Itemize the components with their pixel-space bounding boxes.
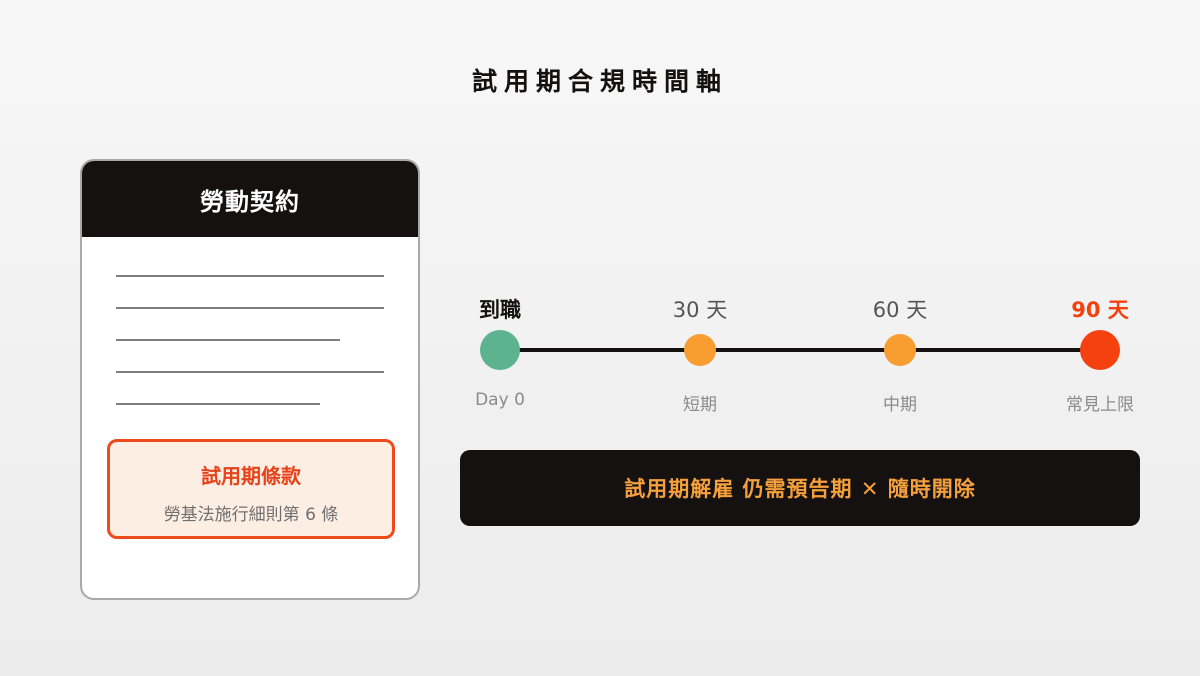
timeline-dot-30: [684, 334, 716, 366]
timeline-sublabel-90: 常見上限: [1066, 395, 1134, 415]
contract-card: 勞動契約 試用期條款 勞基法施行細則第 6 條: [80, 159, 420, 600]
page-title: 試用期合規時間軸: [471, 67, 728, 96]
timeline-label-day0: 到職: [479, 298, 521, 322]
text-line: [116, 275, 384, 277]
timeline-label-90: 90 天: [1071, 298, 1129, 322]
probation-clause-box: 試用期條款 勞基法施行細則第 6 條: [107, 439, 395, 539]
clause-title: 試用期條款: [201, 464, 301, 488]
warning-banner: 試用期解雇 仍需預告期 ✕ 隨時開除: [460, 450, 1140, 526]
text-line: [116, 403, 320, 405]
timeline-label-60: 60 天: [872, 298, 928, 322]
timeline-sublabel-60: 中期: [883, 395, 917, 415]
text-line: [116, 371, 384, 373]
timeline-sublabel-30: 短期: [683, 395, 717, 415]
timeline-dot-60: [884, 334, 916, 366]
timeline-axis: [500, 348, 1100, 352]
clause-reference: 勞基法施行細則第 6 條: [163, 505, 339, 525]
timeline-label-30: 30 天: [672, 298, 728, 322]
text-line: [116, 307, 384, 309]
timeline-dot-90: [1080, 330, 1120, 370]
text-line: [116, 339, 340, 341]
timeline-sublabel-day0: Day 0: [475, 390, 525, 410]
contract-header: 勞動契約: [82, 161, 418, 237]
timeline-dot-day0: [480, 330, 520, 370]
